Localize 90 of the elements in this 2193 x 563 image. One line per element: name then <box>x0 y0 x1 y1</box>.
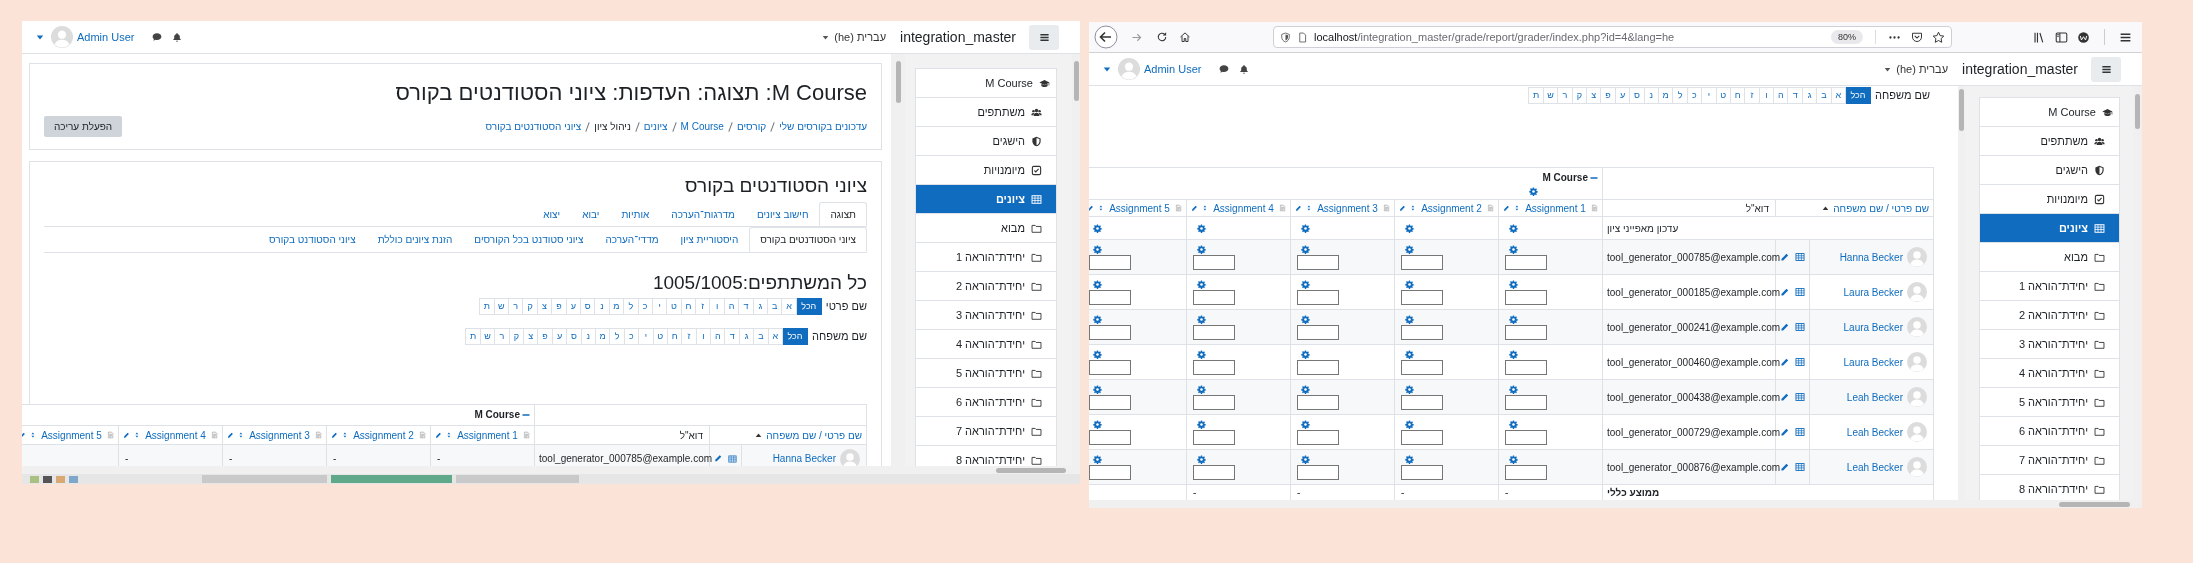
language-menu[interactable]: עברית (he) <box>1896 60 1949 78</box>
drawer-item[interactable]: מבוא <box>1979 242 2120 272</box>
drawer-item[interactable]: יחידת־הוראה 5 <box>915 358 1057 388</box>
tab[interactable]: אותיות <box>610 202 661 226</box>
site-name[interactable]: integration_master <box>1962 58 2078 80</box>
column-header: דוא"ל <box>679 429 703 441</box>
drawer-item[interactable]: יחידת־הוראה 1 <box>915 242 1057 272</box>
site-name[interactable]: integration_master <box>900 26 1016 48</box>
drawer-item[interactable]: יחידת־הוראה 5 <box>1979 387 2120 417</box>
drawer-item[interactable]: יחידת־הוראה 2 <box>1979 300 2120 330</box>
course-category-header: M Course <box>1542 171 1588 185</box>
grade-cell: - <box>1505 487 1509 498</box>
drawer-item[interactable]: משתתפים <box>1979 126 2120 156</box>
email-cell: tool_generator_000729@example.com <box>1607 426 1781 438</box>
drawer-item[interactable]: יחידת־הוראה 7 <box>915 416 1057 446</box>
letter-link[interactable]: ת <box>1528 87 1544 104</box>
drawer-item[interactable]: ציונים <box>915 184 1057 214</box>
drawer-item[interactable]: יחידת־הוראה 6 <box>1979 416 2120 446</box>
row-label: עדכון מאפייני ציון <box>1607 222 1679 234</box>
grade-cell: - <box>1401 487 1405 498</box>
page-title: M Course: תצוגה: העדפות: ציוני הסטודנטים בקורס <box>394 80 867 106</box>
drawer-item[interactable]: יחידת־הוראה 4 <box>915 329 1057 359</box>
email-cell: tool_generator_000876@example.com <box>1607 461 1781 473</box>
breadcrumb-link[interactable]: ציונים <box>643 119 668 134</box>
drawer-item[interactable]: מיומנויות <box>1979 184 2120 214</box>
tab[interactable]: הזנת ציונים כוללת <box>366 227 464 252</box>
address-bar[interactable]: localhost/integration_master/grade/report/grader/index.php?id=4&lang=he 80% <box>1273 26 1952 48</box>
drawer-item[interactable]: משתתפים <box>915 97 1057 127</box>
breadcrumb-link[interactable]: ניהול ציון <box>594 119 631 134</box>
filter-label: שם משפחה <box>812 329 867 345</box>
participants-heading: כל המשתתפים:1005/1005 <box>651 272 867 294</box>
filter-label: שם פרטי <box>825 299 867 315</box>
letter-link[interactable]: ת <box>479 298 495 315</box>
grade-cell: - <box>229 453 233 464</box>
drawer-item[interactable]: יחידת־הוראה 3 <box>1979 329 2120 359</box>
drawer-item[interactable]: ציונים <box>1979 213 2120 243</box>
column-header: דוא"ל <box>1745 202 1769 214</box>
drawer-item[interactable]: יחידת־הוראה 7 <box>1979 445 2120 475</box>
drawer-item[interactable]: יחידת־הוראה 6 <box>915 387 1057 417</box>
drawer-item[interactable]: יחידת־הוראה 2 <box>915 271 1057 301</box>
drawer-item[interactable]: מיומנויות <box>915 155 1057 185</box>
email-cell: tool_generator_000438@example.com <box>1607 391 1781 403</box>
email-cell: tool_generator_000241@example.com <box>1607 321 1781 333</box>
email-cell: tool_generator_000460@example.com <box>1607 356 1781 368</box>
language-menu[interactable]: עברית (he) <box>834 28 887 46</box>
drawer-item[interactable]: יחידת־הוראה 8 <box>915 445 1057 466</box>
url-text: localhost/integration_master/grade/report/grader/index.php?id=4&lang=he <box>1314 29 1675 45</box>
tab[interactable]: יבוא <box>571 202 611 226</box>
grade-cell: - <box>1297 487 1301 498</box>
drawer-item[interactable]: יחידת־הוראה 8 <box>1979 474 2120 500</box>
tab[interactable]: תצוגה <box>819 202 867 226</box>
email-cell: tool_generator_000785@example.com <box>539 453 713 464</box>
zoom-level-button[interactable]: 80% <box>1831 30 1863 44</box>
tab[interactable]: ציוני סטודנט בכל הקורסים <box>463 227 595 252</box>
email-cell: tool_generator_000185@example.com <box>1607 286 1781 298</box>
breadcrumb-link[interactable]: עדכונים בקורסים שלי <box>779 119 867 134</box>
course-category-header: M Course <box>474 408 520 422</box>
tab[interactable]: חישוב ציונים <box>745 202 820 226</box>
letter-link[interactable]: ת <box>465 328 481 345</box>
tab[interactable]: היסטוריית ציון <box>669 227 750 252</box>
drawer-item[interactable]: יחידת־הוראה 3 <box>915 300 1057 330</box>
section-heading: ציוני הסטודנטים בקורס <box>684 174 867 198</box>
drawer-item[interactable]: הישגים <box>1979 155 2120 185</box>
drawer-item[interactable]: מבוא <box>915 213 1057 243</box>
tab[interactable]: מדרגות־הערכה <box>660 202 746 226</box>
email-cell: tool_generator_000785@example.com <box>1607 251 1781 263</box>
breadcrumb-link[interactable]: M Course <box>680 119 724 134</box>
letter-link[interactable]: הכל <box>795 298 822 315</box>
tab[interactable]: יצוא <box>532 202 572 226</box>
drawer-item[interactable]: M Course <box>1979 97 2120 127</box>
user-name[interactable]: Admin User <box>1144 60 1202 78</box>
letter-link[interactable]: הכל <box>1845 87 1872 104</box>
grade-cell: - <box>1193 487 1197 498</box>
tab[interactable]: ציוני הסטודנטים בקורס <box>749 227 867 252</box>
grade-cell: - <box>333 453 337 464</box>
breadcrumb-link[interactable]: קורסים <box>736 119 767 134</box>
grade-cell: - <box>437 453 441 464</box>
drawer-item[interactable]: הישגים <box>915 126 1057 156</box>
breadcrumb-link[interactable]: ציוני הסטודנטים בקורס <box>485 119 582 134</box>
row-label: ממוצע כללי <box>1607 487 1660 498</box>
filter-label: שם משפחה <box>1875 88 1930 104</box>
tab[interactable]: ציוני הסטודנט בקורס <box>258 227 367 252</box>
tab[interactable]: מדדי־הערכה <box>594 227 670 252</box>
drawer-item[interactable]: יחידת־הוראה 4 <box>1979 358 2120 388</box>
user-name[interactable]: Admin User <box>77 28 135 46</box>
drawer-item[interactable]: M Course <box>915 68 1057 98</box>
letter-link[interactable]: הכל <box>782 328 809 345</box>
grade-cell: - <box>125 453 129 464</box>
drawer-item[interactable]: יחידת־הוראה 1 <box>1979 271 2120 301</box>
edit-mode-button[interactable]: הפעלת עריכה <box>44 116 123 137</box>
